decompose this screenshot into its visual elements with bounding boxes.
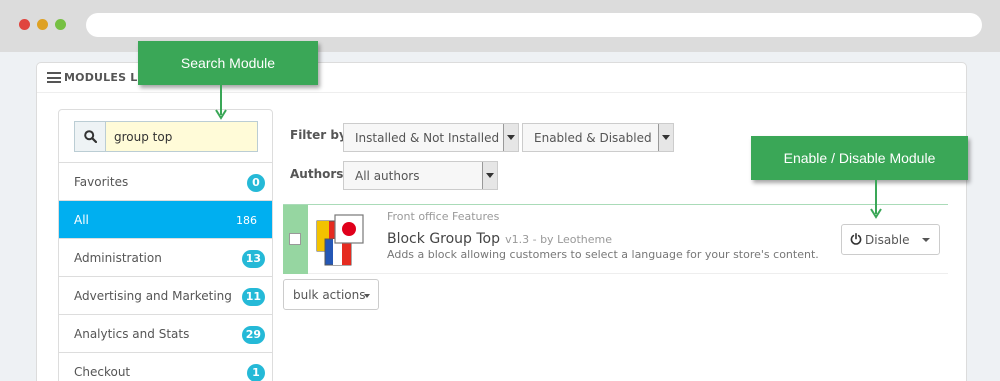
arrow-down-icon xyxy=(870,180,882,219)
chevron-down-icon xyxy=(482,162,497,189)
authors-filter-value: All authors xyxy=(355,169,420,183)
close-window-button[interactable] xyxy=(19,19,30,30)
category-sidebar: Favorites 0 All 186 Administration 13 Ad… xyxy=(58,109,273,381)
authors-label: Authors xyxy=(290,167,344,181)
enable-filter-select[interactable]: Enabled & Disabled xyxy=(522,123,674,152)
disable-button[interactable]: Disable xyxy=(841,224,940,255)
arrow-down-icon xyxy=(215,85,227,120)
chevron-down-icon xyxy=(364,294,370,298)
category-count-badge: 11 xyxy=(241,288,265,306)
chevron-down-icon[interactable] xyxy=(922,238,930,242)
module-description: Adds a block allowing customers to selec… xyxy=(387,248,819,261)
category-checkout[interactable]: Checkout 1 xyxy=(59,353,272,381)
module-logo-icon xyxy=(316,214,364,266)
category-count-badge: 13 xyxy=(241,250,265,268)
module-checkbox[interactable] xyxy=(289,233,301,245)
callout-text: Search Module xyxy=(180,55,276,71)
search-module-callout: Search Module xyxy=(138,41,318,85)
category-administration[interactable]: Administration 13 xyxy=(59,239,272,277)
minimize-window-button[interactable] xyxy=(37,19,48,30)
category-label: Favorites xyxy=(74,175,129,189)
search-group xyxy=(74,121,258,152)
bulk-actions-label: bulk actions xyxy=(293,288,366,302)
power-icon xyxy=(850,233,862,245)
category-all[interactable]: All 186 xyxy=(59,201,272,239)
install-filter-value: Installed & Not Installed xyxy=(355,131,500,145)
list-icon xyxy=(47,72,61,83)
modules-panel: MODULES LIST Favorites 0 All 186 Adm xyxy=(36,62,967,381)
category-favorites[interactable]: Favorites 0 xyxy=(59,163,272,201)
enable-disable-callout: Enable / Disable Module xyxy=(751,136,968,180)
category-label: Checkout xyxy=(74,365,131,379)
search-button[interactable] xyxy=(75,122,105,151)
category-count-badge: 0 xyxy=(247,174,265,192)
category-label: Analytics and Stats xyxy=(74,327,190,341)
category-label: Administration xyxy=(74,251,162,265)
category-count-badge: 1 xyxy=(247,364,265,381)
authors-filter-select[interactable]: All authors xyxy=(343,161,498,190)
category-count-badge: 29 xyxy=(241,326,265,344)
filter-by-label: Filter by xyxy=(290,128,347,142)
module-version: v1.3 - by Leotheme xyxy=(505,233,613,246)
module-row: Front office Features Block Group Top v1… xyxy=(283,204,948,274)
search-icon xyxy=(84,130,97,143)
module-title: Block Group Top v1.3 - by Leotheme xyxy=(387,228,612,247)
chevron-down-icon xyxy=(503,124,518,151)
category-advertising-marketing[interactable]: Advertising and Marketing 11 xyxy=(59,277,272,315)
bulk-actions-button[interactable]: bulk actions xyxy=(283,279,379,310)
search-input[interactable] xyxy=(105,122,257,151)
callout-text: Enable / Disable Module xyxy=(783,150,936,166)
category-count-badge: 186 xyxy=(236,214,257,227)
module-category: Front office Features xyxy=(387,210,500,223)
install-filter-select[interactable]: Installed & Not Installed xyxy=(343,123,519,152)
address-bar[interactable] xyxy=(86,13,982,37)
installed-status-strip xyxy=(283,205,308,274)
category-label: All xyxy=(74,213,89,227)
category-label: Advertising and Marketing xyxy=(74,289,232,303)
enable-filter-value: Enabled & Disabled xyxy=(534,131,652,145)
module-name: Block Group Top xyxy=(387,231,501,247)
search-row xyxy=(59,110,272,163)
maximize-window-button[interactable] xyxy=(55,19,66,30)
chevron-down-icon xyxy=(658,124,673,151)
category-analytics-stats[interactable]: Analytics and Stats 29 xyxy=(59,315,272,353)
disable-button-label: Disable xyxy=(865,233,910,247)
